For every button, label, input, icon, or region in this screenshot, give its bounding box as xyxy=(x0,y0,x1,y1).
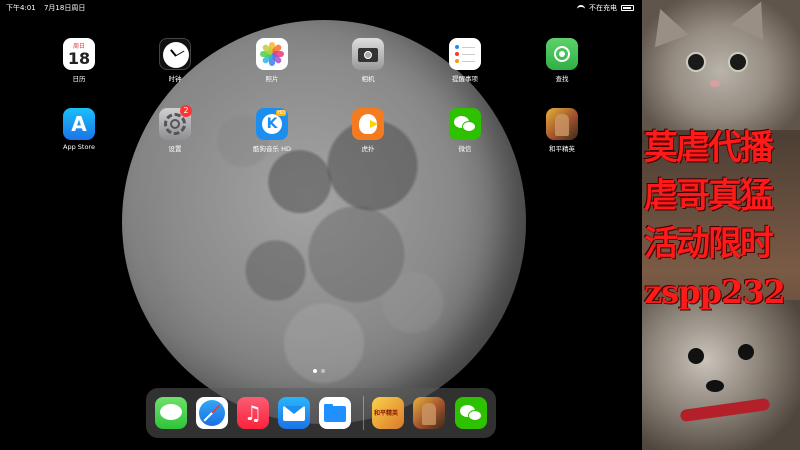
dock-separator xyxy=(363,396,364,430)
dock-game-text: 和平精英 xyxy=(374,410,399,417)
mail-icon[interactable] xyxy=(278,397,310,429)
overlay-text-line: zspp232 xyxy=(644,273,786,311)
files-icon[interactable] xyxy=(319,397,351,429)
overlay-text-line: 活动限时 xyxy=(644,224,774,264)
camera-icon xyxy=(352,38,384,70)
app-clock[interactable]: 时钟 xyxy=(140,38,210,88)
music-icon[interactable]: ♫ xyxy=(237,397,269,429)
app-label: 提醒事项 xyxy=(452,75,478,83)
wifi-icon xyxy=(577,5,585,11)
find-my-icon xyxy=(546,38,578,70)
app-label: 虎扑 xyxy=(361,145,375,153)
app-label: 日历 xyxy=(72,75,86,83)
app-label: 酷狗音乐 HD xyxy=(253,145,291,153)
charging-status: 不在充电 xyxy=(589,4,617,12)
photos-icon xyxy=(256,38,288,70)
app-reminders[interactable]: 提醒事项 xyxy=(430,38,500,88)
dog-photo xyxy=(642,300,800,450)
app-photos[interactable]: 照片 xyxy=(237,38,307,88)
page-dot xyxy=(321,369,325,373)
app-hupu[interactable]: 虎扑 xyxy=(333,108,403,158)
peace-elite-icon xyxy=(546,108,578,140)
overlay-text-line: 虐哥真猛 xyxy=(644,176,774,216)
app-store-icon: A xyxy=(63,108,95,140)
app-app-store[interactable]: A App Store xyxy=(44,108,114,158)
app-camera[interactable]: 相机 xyxy=(333,38,403,88)
app-label: App Store xyxy=(63,143,95,151)
dock: ♫ 和平精英 xyxy=(146,388,496,438)
status-date: 7月18日周日 xyxy=(43,4,86,12)
stream-overlay: 莫虐代播 虐哥真猛 活动限时 zspp232 xyxy=(642,0,800,450)
app-wechat[interactable]: 微信 xyxy=(430,108,500,158)
ipad-screen: 下午4:01 7月18日周日 不在充电 周日 18 日历 时钟 照片 相机 提醒… xyxy=(0,0,642,450)
wechat-icon xyxy=(449,108,481,140)
page-dot-active xyxy=(313,369,317,373)
app-kugou-music[interactable]: K HD 酷狗音乐 HD xyxy=(237,108,307,158)
app-label: 照片 xyxy=(265,75,279,83)
peace-elite-alt-icon[interactable] xyxy=(413,397,445,429)
app-label: 相机 xyxy=(361,75,375,83)
app-settings[interactable]: 2 设置 xyxy=(140,105,210,158)
safari-icon[interactable] xyxy=(196,397,228,429)
calendar-icon: 周日 18 xyxy=(63,38,95,70)
page-indicator[interactable] xyxy=(313,369,325,373)
notification-badge: 2 xyxy=(180,105,192,117)
app-label: 时钟 xyxy=(168,75,182,83)
kugou-music-icon: K HD xyxy=(256,108,288,140)
reminders-icon xyxy=(449,38,481,70)
app-label: 和平精英 xyxy=(549,145,575,153)
app-find-my[interactable]: 查找 xyxy=(527,38,597,88)
clock-icon xyxy=(159,38,191,70)
cat-photo xyxy=(642,0,800,130)
app-calendar[interactable]: 周日 18 日历 xyxy=(44,38,114,88)
status-time: 下午4:01 xyxy=(6,4,36,12)
app-peace-elite[interactable]: 和平精英 xyxy=(527,108,597,158)
overlay-text-line: 莫虐代播 xyxy=(644,128,774,168)
messages-icon[interactable] xyxy=(155,397,187,429)
calendar-day: 18 xyxy=(67,49,91,68)
status-bar: 下午4:01 7月18日周日 不在充电 xyxy=(0,0,642,14)
peace-elite-icon[interactable]: 和平精英 xyxy=(372,397,404,429)
battery-icon xyxy=(621,5,634,11)
app-label: 设置 xyxy=(168,145,182,153)
hupu-icon xyxy=(352,108,384,140)
wechat-icon[interactable] xyxy=(455,397,487,429)
app-label: 查找 xyxy=(555,75,569,83)
app-label: 微信 xyxy=(458,145,472,153)
